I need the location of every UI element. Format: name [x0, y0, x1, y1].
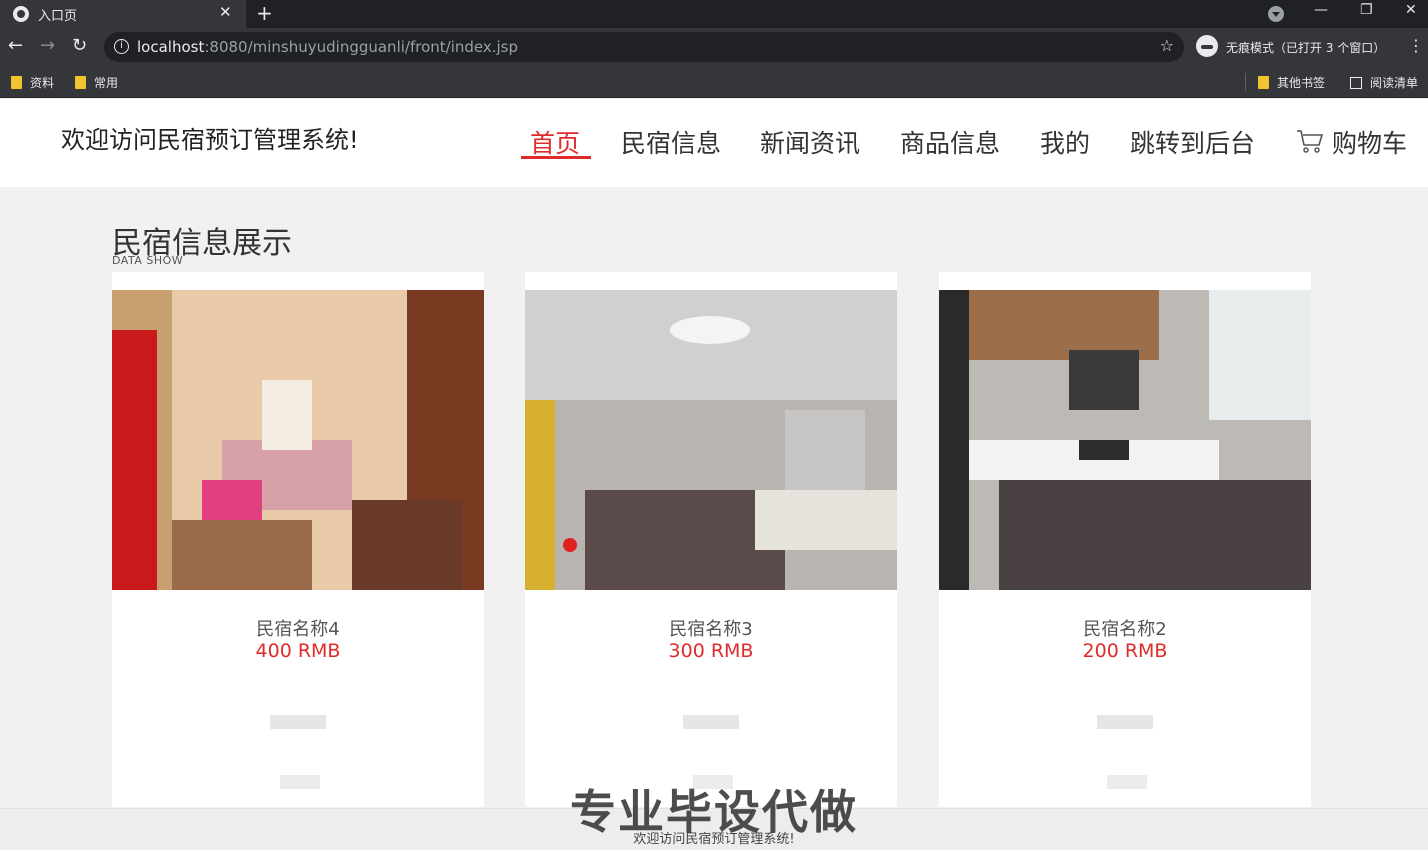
reload-icon[interactable]: ↻: [72, 35, 87, 56]
homestay-price: 200 RMB: [1082, 640, 1168, 662]
nav-active-underline: [521, 156, 591, 159]
section-subtitle: DATA SHOW: [112, 254, 184, 267]
nav-news[interactable]: 新闻资讯: [760, 124, 860, 160]
homestay-card[interactable]: 民宿名称3 300 RMB: [525, 272, 897, 807]
nav-cart[interactable]: 购物车: [1332, 124, 1407, 160]
nav-mine[interactable]: 我的: [1040, 124, 1090, 160]
detail-button[interactable]: [1097, 715, 1153, 729]
homestay-card[interactable]: 民宿名称2 200 RMB: [939, 272, 1311, 807]
homestay-price: 400 RMB: [255, 640, 341, 662]
back-icon[interactable]: ←: [8, 35, 23, 56]
bookmark-folder-ziliao[interactable]: 资料: [11, 74, 54, 91]
info-icon[interactable]: i: [114, 39, 129, 54]
browser-toolbar: ← → ↻ i localhost:8080/minshuyudingguanl…: [0, 28, 1428, 66]
close-tab-icon[interactable]: ✕: [219, 3, 232, 21]
watermark: 专业毕设代做: [570, 785, 858, 839]
bookmark-divider: [1245, 73, 1246, 91]
incognito-icon: [1196, 35, 1218, 57]
homestay-price: 300 RMB: [668, 640, 754, 662]
globe-icon: [13, 6, 29, 22]
folder-icon: [1258, 76, 1269, 89]
tab-search-icon[interactable]: [1268, 6, 1284, 22]
new-tab-button[interactable]: +: [256, 1, 273, 25]
more-button[interactable]: [280, 775, 320, 789]
nav-homestay-info[interactable]: 民宿信息: [621, 124, 721, 160]
detail-button[interactable]: [683, 715, 739, 729]
homestay-card[interactable]: 民宿名称4 400 RMB: [112, 272, 484, 807]
homestay-name[interactable]: 民宿名称3: [525, 615, 897, 641]
address-bar[interactable]: i localhost:8080/minshuyudingguanli/fron…: [104, 32, 1184, 62]
folder-icon: [75, 76, 86, 89]
browser-tab-bar: 入口页 ✕ + — ❐ ✕: [0, 0, 1428, 28]
minimize-icon[interactable]: —: [1314, 2, 1328, 18]
homestay-photo[interactable]: [939, 290, 1311, 590]
nav-home[interactable]: 首页: [530, 124, 580, 160]
reading-list[interactable]: 阅读清单: [1350, 74, 1418, 91]
forward-icon[interactable]: →: [40, 35, 55, 56]
restore-icon[interactable]: ❐: [1360, 2, 1373, 18]
homestay-photo[interactable]: [525, 290, 897, 590]
reading-list-icon: [1350, 77, 1362, 89]
other-bookmarks[interactable]: 其他书签: [1258, 74, 1325, 91]
homestay-name[interactable]: 民宿名称2: [939, 615, 1311, 641]
folder-icon: [11, 76, 22, 89]
detail-button[interactable]: [270, 715, 326, 729]
browser-tab[interactable]: 入口页 ✕: [0, 0, 246, 28]
tab-title: 入口页: [38, 9, 78, 24]
close-window-icon[interactable]: ✕: [1405, 2, 1417, 18]
more-button[interactable]: [1107, 775, 1147, 789]
bookmark-folder-changyong[interactable]: 常用: [75, 74, 118, 91]
nav-products[interactable]: 商品信息: [900, 124, 1000, 160]
site-title: 欢迎访问民宿预订管理系统!: [61, 126, 359, 154]
homestay-photo[interactable]: [112, 290, 484, 590]
nav-admin[interactable]: 跳转到后台: [1130, 124, 1255, 160]
url-text[interactable]: localhost:8080/minshuyudingguanli/front/…: [137, 38, 518, 56]
incognito-label: 无痕模式（已打开 3 个窗口）: [1226, 41, 1386, 55]
homestay-name[interactable]: 民宿名称4: [112, 615, 484, 641]
bookmarks-bar: 资料 常用 其他书签 阅读清单: [0, 66, 1428, 98]
cart-icon[interactable]: [1296, 128, 1324, 154]
menu-icon[interactable]: ⋮: [1408, 36, 1424, 55]
bookmark-star-icon[interactable]: ☆: [1160, 36, 1174, 55]
site-header: 欢迎访问民宿预订管理系统! 首页 民宿信息 新闻资讯 商品信息 我的 跳转到后台…: [0, 99, 1428, 187]
